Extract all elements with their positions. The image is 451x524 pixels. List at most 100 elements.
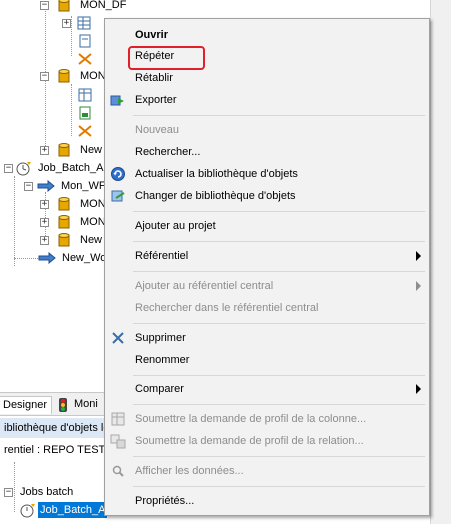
- menu-item-label: Exporter: [135, 94, 177, 106]
- tab-designer[interactable]: Designer: [0, 396, 53, 414]
- tab-monitor[interactable]: Moni: [54, 396, 102, 413]
- dataflow-icon: [58, 143, 70, 157]
- tree-node-label: Job_Batch_A: [38, 162, 104, 174]
- tree-node[interactable]: − MON_DF: [40, 0, 126, 13]
- expand-icon[interactable]: +: [40, 236, 49, 245]
- menu-item-label: Rechercher...: [135, 146, 201, 158]
- menu-separator: [133, 241, 425, 242]
- menu-item-refresh-library[interactable]: Actualiser la bibliothèque d'objets: [105, 164, 429, 184]
- workflow-icon: [38, 252, 56, 264]
- menu-item-search[interactable]: Rechercher...: [105, 142, 429, 162]
- tree-node-label: MON_DF: [80, 0, 127, 11]
- tree-node[interactable]: − Jobs batch: [4, 484, 104, 500]
- menu-item-relation-profile[interactable]: Soumettre la demande de profil de la rel…: [105, 431, 429, 451]
- menu-separator: [133, 323, 425, 324]
- tree-node-label: Job_Batch_A: [38, 502, 108, 518]
- menu-item-label: Ajouter au projet: [135, 220, 216, 232]
- menu-item-properties[interactable]: Propriétés...: [105, 491, 429, 511]
- menu-item-label: Ajouter au référentiel central: [135, 280, 274, 292]
- export-icon: [110, 95, 124, 106]
- menu-item-label: Soumettre la demande de profil de la col…: [135, 413, 367, 425]
- tree-node-label: MON: [80, 198, 106, 210]
- vertical-scrollbar[interactable]: [430, 0, 451, 524]
- tree-node[interactable]: − MON: [40, 68, 110, 84]
- magnifier-icon: [112, 465, 124, 477]
- menu-item-change-library[interactable]: Changer de bibliothèque d'objets: [105, 186, 429, 206]
- menu-item-label: Changer de bibliothèque d'objets: [135, 190, 296, 202]
- collapse-icon[interactable]: −: [40, 1, 49, 10]
- menu-item-compare[interactable]: Comparer: [105, 379, 429, 399]
- menu-item-column-profile[interactable]: Soumettre la demande de profil de la col…: [105, 409, 429, 429]
- menu-separator: [133, 375, 425, 376]
- tree-node[interactable]: Job_Batch_A: [20, 502, 110, 518]
- table-icon: [77, 16, 91, 30]
- repository-text: rentiel : REPO TEST: [4, 444, 106, 456]
- library-bar-label: ibliothèque d'objets lo: [4, 422, 110, 434]
- context-menu: Ouvrir Répéter Rétablir Exporter Nouveau…: [104, 18, 430, 516]
- panel-tabs: Designer Moni: [0, 392, 110, 416]
- menu-item-label: Afficher les données...: [135, 465, 244, 477]
- tree-node[interactable]: +: [62, 15, 92, 31]
- submenu-arrow-icon: [416, 251, 421, 261]
- transform-icon: [78, 125, 92, 137]
- expand-icon[interactable]: +: [62, 19, 71, 28]
- tree-node[interactable]: + New: [40, 232, 110, 248]
- menu-item-repository[interactable]: Référentiel: [105, 246, 429, 266]
- delete-icon: [112, 332, 124, 344]
- collapse-icon[interactable]: −: [4, 164, 13, 173]
- tree-guide: [14, 258, 38, 259]
- highlight-box: [128, 46, 205, 70]
- tree-node-label: Mon_WF: [61, 180, 106, 192]
- menu-item-label: Comparer: [135, 383, 184, 395]
- menu-item-open[interactable]: Ouvrir: [105, 25, 429, 45]
- menu-item-export[interactable]: Exporter: [105, 90, 429, 110]
- tree-node-label: MON: [80, 70, 106, 82]
- menu-item-search-central-repo[interactable]: Rechercher dans le référentiel central: [105, 298, 429, 318]
- tree-node-label: New: [80, 234, 103, 246]
- menu-separator: [133, 211, 425, 212]
- menu-separator: [133, 271, 425, 272]
- menu-item-show-data[interactable]: Afficher les données...: [105, 461, 429, 481]
- batch-job-icon: [16, 162, 31, 176]
- file-icon: [79, 34, 91, 48]
- menu-item-delete[interactable]: Supprimer: [105, 328, 429, 348]
- menu-item-rename[interactable]: Renommer: [105, 350, 429, 370]
- expand-icon[interactable]: +: [40, 218, 49, 227]
- tree-guide: [71, 84, 72, 136]
- menu-item-label: Nouveau: [135, 124, 180, 136]
- collapse-icon[interactable]: −: [24, 182, 33, 191]
- menu-item-add-central-repo[interactable]: Ajouter au référentiel central: [105, 276, 429, 296]
- library-bar: ibliothèque d'objets lo: [0, 418, 114, 438]
- menu-item-new[interactable]: Nouveau: [105, 120, 429, 140]
- tree-node[interactable]: − Job_Batch_A: [4, 160, 114, 176]
- tree-node[interactable]: + MON: [40, 196, 110, 212]
- menu-item-label: Propriétés...: [135, 495, 195, 507]
- menu-separator: [133, 456, 425, 457]
- menu-item-label: Rétablir: [135, 72, 173, 84]
- menu-item-label: Rechercher dans le référentiel central: [135, 302, 319, 314]
- submenu-arrow-icon: [416, 281, 421, 291]
- tree-node-label: MON: [80, 216, 106, 228]
- tree-node-label: Jobs batch: [20, 486, 74, 498]
- menu-item-add-to-project[interactable]: Ajouter au projet: [105, 216, 429, 236]
- submenu-arrow-icon: [416, 384, 421, 394]
- traffic-light-icon: [59, 398, 67, 412]
- collapse-icon[interactable]: −: [4, 488, 13, 497]
- expand-icon[interactable]: +: [40, 200, 49, 209]
- workflow-icon: [37, 180, 55, 192]
- transform-icon: [78, 53, 92, 65]
- tree-node[interactable]: + New: [40, 142, 110, 158]
- menu-separator: [133, 404, 425, 405]
- menu-item-restore[interactable]: Rétablir: [105, 68, 429, 88]
- menu-item-label: Renommer: [135, 354, 190, 366]
- tree-node[interactable]: − Mon_WF: [24, 178, 114, 194]
- dataflow-icon: [58, 215, 70, 229]
- menu-item-label: Ouvrir: [135, 29, 169, 41]
- collapse-icon[interactable]: −: [40, 72, 49, 81]
- column-profile-icon: [111, 412, 125, 426]
- menu-item-label: Soumettre la demande de profil de la rel…: [135, 435, 364, 447]
- tree-node[interactable]: + MON: [40, 214, 110, 230]
- tree-node[interactable]: New_Wo: [38, 250, 110, 266]
- expand-icon[interactable]: +: [40, 146, 49, 155]
- dataflow-icon: [58, 197, 70, 211]
